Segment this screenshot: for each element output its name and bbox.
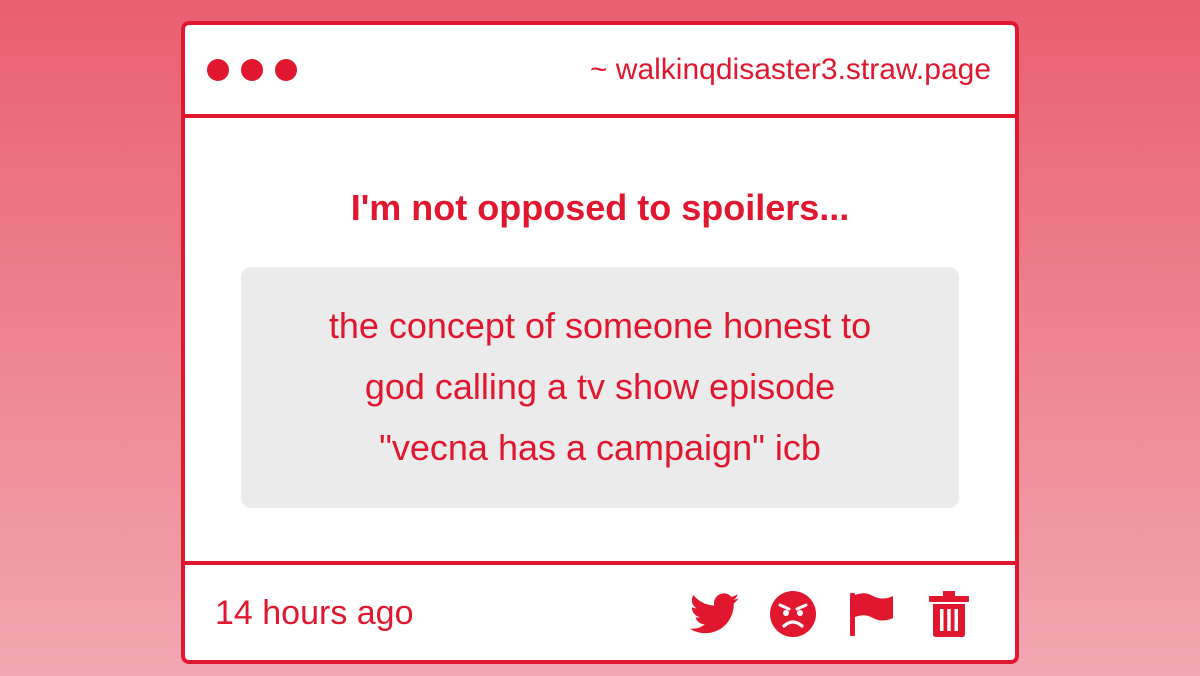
answer-text: the concept of someone honest to god cal…: [261, 295, 939, 478]
delete-button[interactable]: [923, 589, 975, 639]
answer-box: the concept of someone honest to god cal…: [241, 267, 959, 508]
window-dot-icon: [241, 59, 263, 81]
window-controls: [207, 59, 297, 81]
flag-icon: [850, 593, 893, 636]
window-titlebar: ~ walkinqdisaster3.straw.page: [185, 25, 1015, 118]
post-content: I'm not opposed to spoilers... the conce…: [185, 118, 1015, 561]
timestamp: 14 hours ago: [215, 594, 414, 632]
post-card: ~ walkinqdisaster3.straw.page I'm not op…: [181, 21, 1019, 664]
angry-face-icon: [770, 591, 816, 637]
question-title: I'm not opposed to spoilers...: [350, 187, 850, 228]
answer-line: "vecna has a campaign" icb: [379, 427, 821, 468]
action-bar: [689, 589, 975, 639]
post-footer: 14 hours ago: [185, 561, 1015, 660]
window-dot-icon: [207, 59, 229, 81]
answer-line: god calling a tv show episode: [364, 366, 836, 407]
report-button[interactable]: [845, 589, 897, 639]
page-url[interactable]: ~ walkinqdisaster3.straw.page: [590, 52, 991, 88]
answer-line: the concept of someone honest to: [328, 305, 872, 346]
twitter-share-button[interactable]: [689, 589, 741, 639]
window-dot-icon: [275, 59, 297, 81]
twitter-bird-icon: [690, 593, 740, 634]
react-button[interactable]: [767, 589, 819, 639]
trash-icon: [929, 591, 969, 637]
